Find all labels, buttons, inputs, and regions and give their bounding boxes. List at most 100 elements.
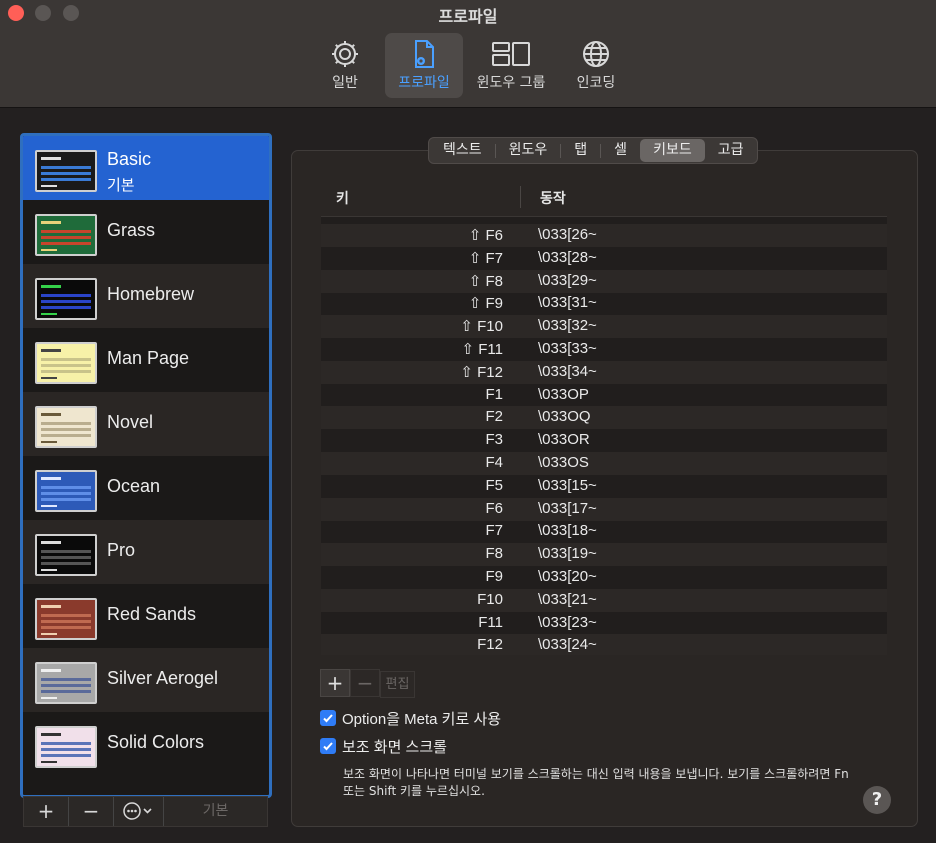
- table-row[interactable]: F1 \033OP: [321, 384, 887, 407]
- profile-preview-thumbnail: [35, 470, 97, 512]
- profile-name: Solid Colors: [107, 732, 205, 752]
- table-row[interactable]: ⇧ F8 \033[29~: [321, 269, 887, 293]
- tab-4[interactable]: 키보드: [640, 139, 705, 162]
- profile-name: Basic: [107, 149, 152, 169]
- toolbar-label-window-groups: 윈도우 그룹: [476, 75, 546, 91]
- profile-name: Homebrew: [107, 284, 195, 304]
- profile-name: Red Sands: [107, 604, 197, 624]
- table-header: 키 동작: [321, 178, 887, 217]
- profile-name: Novel: [107, 412, 154, 432]
- profile-preview-thumbnail: [35, 214, 97, 256]
- key-cell: ⇧ F6: [468, 227, 503, 244]
- globe-icon: [560, 38, 632, 70]
- column-header-key[interactable]: 키: [336, 188, 349, 208]
- add-key-button[interactable]: +: [320, 669, 350, 697]
- table-row[interactable]: ⇧ F6 \033[26~: [321, 224, 887, 247]
- table-row[interactable]: ⇧ F12 \033[34~: [321, 360, 887, 384]
- remove-key-button[interactable]: −: [350, 669, 380, 697]
- table-row[interactable]: F12 \033[24~: [321, 634, 887, 655]
- action-cell: \033OS: [538, 454, 589, 471]
- edit-key-button[interactable]: 편집: [380, 671, 415, 698]
- key-cell: F5: [485, 476, 503, 494]
- window-title: 프로파일: [438, 7, 498, 26]
- tab-0[interactable]: 텍스트: [430, 139, 495, 162]
- profile-preview-thumbnail: [35, 662, 97, 704]
- alt-screen-scroll-checkbox[interactable]: [320, 738, 336, 754]
- table-row[interactable]: F11 \033[23~: [321, 612, 887, 635]
- table-row[interactable]: ⇧ F9 \033[31~: [321, 292, 887, 315]
- toolbar-window-groups[interactable]: 윈도우 그룹: [470, 33, 552, 98]
- meta-key-checkbox[interactable]: [320, 710, 336, 726]
- column-separator[interactable]: [520, 186, 521, 208]
- profile-item[interactable]: Pro: [23, 520, 269, 584]
- tab-3[interactable]: 셀: [601, 139, 640, 162]
- profile-item[interactable]: Homebrew: [23, 264, 269, 328]
- table-row[interactable]: F10 \033[21~: [321, 588, 887, 612]
- table-row[interactable]: F8 \033[19~: [321, 543, 887, 567]
- profile-item[interactable]: Grass: [23, 200, 269, 264]
- alt-screen-description: 보조 화면이 나타나면 터미널 보기를 스크롤하는 대신 입력 내용을 보냅니다…: [343, 767, 849, 798]
- tab-2[interactable]: 탭: [561, 139, 600, 162]
- action-cell: \033[23~: [538, 613, 597, 631]
- profile-item[interactable]: Silver Aerogel: [23, 648, 269, 712]
- tab-1[interactable]: 윈도우: [496, 139, 561, 162]
- default-profile-button[interactable]: 기본: [164, 797, 267, 826]
- profile-item[interactable]: Solid Colors: [23, 712, 269, 776]
- action-cell: \033[24~: [538, 636, 597, 654]
- column-header-action[interactable]: 동작: [540, 188, 566, 208]
- action-cell: \033[29~: [538, 271, 597, 289]
- table-row[interactable]: F7 \033[18~: [321, 520, 887, 543]
- meta-key-label[interactable]: Option을 Meta 키로 사용: [342, 708, 501, 729]
- action-cell: \033OQ: [538, 408, 591, 426]
- key-cell: ⇧ F8: [468, 272, 503, 290]
- key-cell: ⇧ F12: [460, 363, 503, 381]
- profile-list[interactable]: Basic 기본 Grass Homebrew Man Page Novel Ocean Pr…: [20, 133, 272, 798]
- alt-screen-scroll-label[interactable]: 보조 화면 스크롤: [342, 736, 447, 757]
- add-profile-button[interactable]: +: [24, 797, 69, 826]
- table-row[interactable]: F4 \033OS: [321, 452, 887, 475]
- profile-item[interactable]: Man Page: [23, 328, 269, 392]
- action-cell: \033OP: [538, 385, 589, 403]
- table-row[interactable]: F5 \033[15~: [321, 475, 887, 498]
- settings-tabs: 텍스트 윈도우 탭 셀 키보드 고급: [428, 137, 759, 164]
- profile-preview-thumbnail: [35, 278, 97, 320]
- profile-item[interactable]: Ocean: [23, 456, 269, 520]
- title-bar: 프로파일 일반 프로파일 윈도우 그룹 인코딩: [0, 0, 936, 108]
- toolbar-encoding[interactable]: 인코딩: [560, 33, 632, 98]
- table-row-partial[interactable]: [321, 217, 887, 224]
- toolbar-label-general: 일반: [332, 75, 358, 91]
- keyboard-table[interactable]: 키 동작 ⇧ F6 \033[26~ ⇧ F7 \033[28~ ⇧ F8 \033[29…: [321, 178, 887, 655]
- key-cell: F7: [485, 522, 503, 540]
- tab-5[interactable]: 고급: [705, 139, 757, 162]
- key-cell: F3: [485, 431, 503, 449]
- table-row[interactable]: F2 \033OQ: [321, 406, 887, 430]
- key-cell: F2: [485, 408, 503, 426]
- action-cell: \033[31~: [538, 294, 597, 312]
- action-cell: \033[32~: [538, 317, 597, 335]
- action-cell: \033[21~: [538, 590, 597, 608]
- table-row[interactable]: ⇧ F11 \033[33~: [321, 338, 887, 361]
- profile-default-label: 기본: [107, 176, 135, 194]
- profile-list-toolbar: + − 기본: [23, 796, 268, 827]
- action-cell: \033[33~: [538, 340, 597, 357]
- window-group-icon: [470, 38, 552, 70]
- key-cell: F6: [485, 499, 503, 517]
- key-cell: F9: [485, 568, 503, 585]
- table-row[interactable]: ⇧ F7 \033[28~: [321, 247, 887, 270]
- help-button[interactable]: ?: [863, 786, 891, 814]
- action-cell: \033[20~: [538, 568, 597, 585]
- toolbar-label-profiles: 프로파일: [398, 75, 450, 91]
- profile-actions-menu[interactable]: [114, 797, 164, 826]
- table-row[interactable]: ⇧ F10 \033[32~: [321, 315, 887, 339]
- table-row[interactable]: F6 \033[17~: [321, 497, 887, 521]
- table-row[interactable]: F3 \033OR: [321, 429, 887, 452]
- profile-item[interactable]: Red Sands: [23, 584, 269, 648]
- table-row[interactable]: F9 \033[20~: [321, 566, 887, 589]
- profile-name: Pro: [107, 540, 136, 560]
- toolbar-profiles[interactable]: 프로파일: [385, 33, 463, 98]
- profile-name: Grass: [107, 220, 156, 240]
- toolbar-general[interactable]: 일반: [305, 33, 385, 98]
- profile-item[interactable]: Basic 기본: [23, 136, 269, 200]
- remove-profile-button[interactable]: −: [69, 797, 114, 826]
- profile-item[interactable]: Novel: [23, 392, 269, 456]
